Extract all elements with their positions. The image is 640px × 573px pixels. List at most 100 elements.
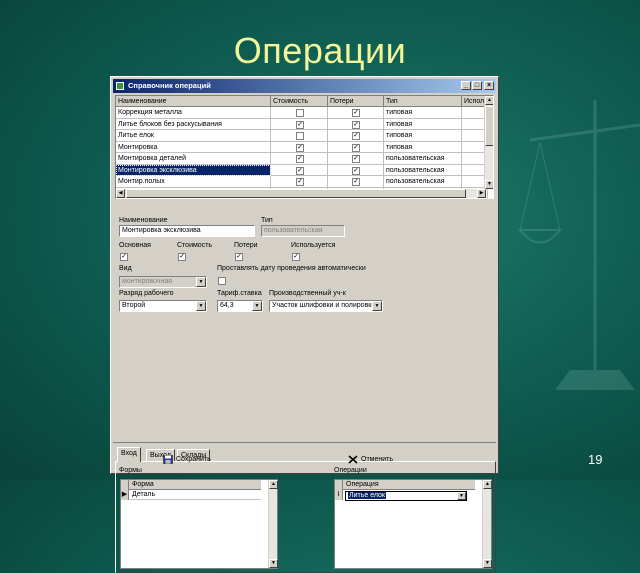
cost-checkbox[interactable]: [296, 109, 304, 117]
cost-checkbox[interactable]: ✓: [178, 253, 186, 261]
row-type-cell[interactable]: пользовательская: [384, 164, 462, 176]
cancel-button[interactable]: Отменить: [348, 453, 393, 467]
chevron-down-icon: ▼: [457, 492, 466, 500]
scroll-right-button[interactable]: ▶: [477, 189, 486, 198]
table-row[interactable]: Монтир.полых ✓ ✓ пользовательская: [116, 176, 488, 188]
loss-checkbox[interactable]: ✓: [352, 143, 360, 152]
loss-checkbox[interactable]: ✓: [235, 253, 243, 261]
row-name-cell[interactable]: Коррекция металла: [116, 107, 271, 119]
row-loss-cell[interactable]: ✓: [328, 176, 384, 188]
column-header-cost[interactable]: Стоимость: [271, 96, 328, 107]
column-header-loss[interactable]: Потери: [328, 96, 384, 107]
row-cost-cell[interactable]: ✓: [271, 141, 328, 153]
scroll-down-button[interactable]: ▼: [269, 559, 278, 568]
row-loss-cell[interactable]: ✓: [328, 118, 384, 130]
scroll-up-button[interactable]: ▲: [269, 480, 278, 489]
table-row[interactable]: Монтировка эксклюзива ✓ ✓ пользовательская: [116, 164, 488, 176]
row-loss-cell[interactable]: ✓: [328, 164, 384, 176]
row-name-cell[interactable]: Монтировка деталей: [116, 153, 271, 165]
forms-scrollbar[interactable]: ▲ ▼: [268, 480, 278, 568]
scroll-up-button[interactable]: ▲: [485, 96, 493, 105]
operations-scrollbar[interactable]: ▲ ▼: [482, 480, 492, 568]
row-name-cell[interactable]: Литье елок: [116, 130, 271, 142]
row-name-cell[interactable]: Литье блоков без раскусывания: [116, 118, 271, 130]
section-select[interactable]: Участок шлифовки и полировки ▼: [269, 300, 383, 312]
scroll-left-button[interactable]: ◀: [116, 189, 125, 198]
cost-checkbox[interactable]: ✓: [296, 120, 304, 129]
row-name-cell[interactable]: Монтир.полых: [116, 176, 271, 188]
loss-checkbox[interactable]: ✓: [352, 166, 360, 175]
grid-horizontal-scrollbar[interactable]: ◀ ▶: [116, 189, 486, 198]
cost-label: Стоимость: [177, 242, 213, 249]
window-title: Справочник операций: [128, 81, 211, 90]
row-name-cell[interactable]: Монтировка эксклюзива: [116, 164, 271, 176]
row-pointer-icon: ▶: [121, 490, 129, 500]
operation-select[interactable]: Литье елок ▼: [345, 491, 467, 501]
cost-checkbox[interactable]: ✓: [296, 178, 304, 186]
auto-date-checkbox[interactable]: [218, 277, 226, 285]
table-row[interactable]: Коррекция металла ✓ типовая: [116, 107, 488, 119]
loss-checkbox[interactable]: ✓: [352, 178, 360, 186]
table-row[interactable]: Монтировка ✓ ✓ типовая: [116, 141, 488, 153]
row-name-cell[interactable]: Монтировка: [116, 141, 271, 153]
scroll-up-button[interactable]: ▲: [483, 480, 492, 489]
grid-vertical-scrollbar[interactable]: ▲ ▼: [484, 96, 493, 189]
row-loss-cell[interactable]: ✓: [328, 141, 384, 153]
forms-grid[interactable]: Форма ▶ Деталь ▲ ▼: [120, 479, 278, 569]
name-field[interactable]: Монтировка эксклюзива: [119, 225, 255, 237]
used-checkbox[interactable]: ✓: [292, 253, 300, 261]
row-type-cell[interactable]: типовая: [384, 118, 462, 130]
close-button[interactable]: ×: [484, 81, 494, 90]
row-cost-cell[interactable]: ✓: [271, 153, 328, 165]
forms-row[interactable]: Деталь: [130, 490, 261, 500]
operations-column-header[interactable]: Операция: [346, 481, 379, 488]
loss-checkbox[interactable]: ✓: [352, 109, 360, 117]
scroll-thumb[interactable]: [485, 106, 493, 146]
forms-column-header[interactable]: Форма: [132, 481, 154, 488]
grade-select[interactable]: Второй ▼: [119, 300, 207, 312]
table-row[interactable]: Литье елок ✓ типовая: [116, 130, 488, 142]
row-type-cell[interactable]: пользовательская: [384, 153, 462, 165]
table-row[interactable]: Литье блоков без раскусывания ✓ ✓ типовая: [116, 118, 488, 130]
tab-input[interactable]: Вход: [117, 447, 141, 462]
save-button[interactable]: Сохранить: [163, 453, 211, 467]
row-type-cell[interactable]: типовая: [384, 141, 462, 153]
used-label: Используется: [291, 242, 336, 249]
operations-subgrid[interactable]: Операция I Литье елок ▼ ▲ ▼: [334, 479, 492, 569]
row-loss-cell[interactable]: ✓: [328, 107, 384, 119]
row-cost-cell[interactable]: ✓: [271, 118, 328, 130]
column-header-name[interactable]: Наименование: [116, 96, 271, 107]
loss-checkbox[interactable]: ✓: [352, 155, 360, 163]
column-header-type[interactable]: Тип: [384, 96, 462, 107]
row-cost-cell[interactable]: ✓: [271, 176, 328, 188]
cost-checkbox[interactable]: ✓: [296, 143, 304, 152]
rate-select[interactable]: 64,3 ▼: [217, 300, 263, 312]
maximize-button[interactable]: □: [472, 81, 482, 90]
scroll-down-button[interactable]: ▼: [483, 559, 492, 568]
operations-grid[interactable]: Наименование Стоимость Потери Тип Испол …: [115, 95, 494, 199]
cost-checkbox[interactable]: ✓: [296, 155, 304, 163]
basic-checkbox[interactable]: ✓: [120, 253, 128, 261]
table-row[interactable]: Монтировка деталей ✓ ✓ пользовательская: [116, 153, 488, 165]
row-cost-cell[interactable]: [271, 130, 328, 142]
row-type-cell[interactable]: типовая: [384, 130, 462, 142]
minimize-button[interactable]: _: [461, 81, 471, 90]
cost-checkbox[interactable]: ✓: [296, 166, 304, 175]
chevron-down-icon: ▼: [252, 301, 262, 311]
floppy-disk-icon: [163, 454, 173, 464]
row-cost-cell[interactable]: [271, 107, 328, 119]
row-type-cell[interactable]: пользовательская: [384, 176, 462, 188]
loss-checkbox[interactable]: ✓: [352, 120, 360, 129]
window-titlebar[interactable]: Справочник операций _ □ ×: [113, 79, 496, 93]
hscroll-thumb[interactable]: [126, 189, 466, 198]
loss-checkbox[interactable]: ✓: [352, 132, 360, 140]
row-loss-cell[interactable]: ✓: [328, 130, 384, 142]
cost-checkbox[interactable]: [296, 132, 304, 140]
row-type-cell[interactable]: типовая: [384, 107, 462, 119]
scroll-down-button[interactable]: ▼: [485, 180, 493, 189]
rate-value: 64,3: [220, 302, 234, 309]
row-cost-cell[interactable]: ✓: [271, 164, 328, 176]
window-footer: Сохранить Отменить: [113, 442, 496, 472]
row-loss-cell[interactable]: ✓: [328, 153, 384, 165]
save-button-label: Сохранить: [176, 456, 211, 463]
